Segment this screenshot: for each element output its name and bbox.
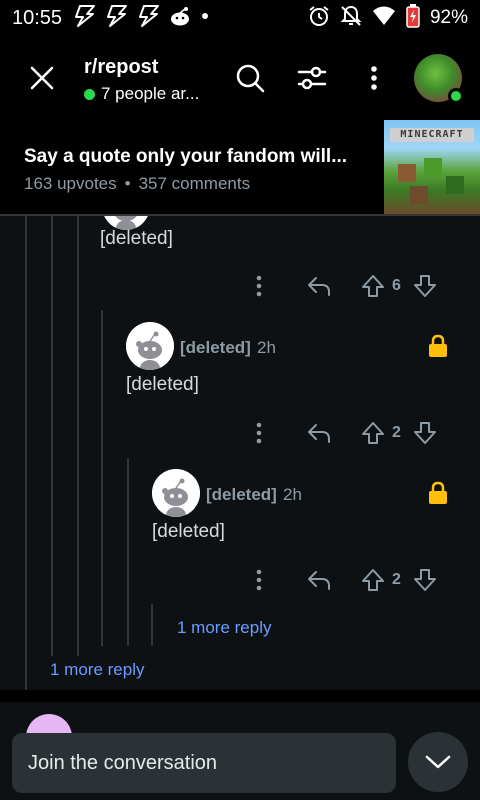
thread-line [151,604,153,646]
close-button[interactable] [22,58,62,98]
dot-icon [198,5,212,32]
upvote-arrow-icon [362,275,384,297]
thumbnail-block [424,158,442,176]
downvote-button[interactable] [412,419,438,447]
flash-icon [104,4,130,32]
comment-time: 2h [257,338,276,357]
reply-button[interactable] [304,566,334,594]
thread-line [77,216,79,656]
status-time: 10:55 [12,6,63,29]
post-meta: 163 upvotes • 357 comments [24,174,250,194]
lock-icon [427,481,449,505]
search-button[interactable] [230,58,270,98]
reply-icon [308,571,330,590]
more-vertical-icon [256,422,262,444]
comment-more-button[interactable] [248,566,270,594]
post-header: r/repost 7 people ar... [0,36,480,120]
thread-line [101,310,103,646]
thumbnail-block [410,186,428,204]
comment-avatar[interactable] [126,322,174,370]
comment-thread: [deleted] 6 [deleted] 2h [deleted] 2 [de… [0,216,480,690]
thread-line [51,216,53,656]
upvote-count: 163 upvotes [24,174,117,193]
battery-icon [406,3,420,33]
sort-filter-button[interactable] [292,58,332,98]
comment-more-button[interactable] [248,272,270,300]
more-vertical-icon [256,569,262,591]
comment-time: 2h [283,485,302,504]
lock-icon [427,334,449,358]
notification-icons [72,4,212,32]
downvote-arrow-icon [414,569,436,591]
section-divider [0,690,480,702]
bottom-composer-area: Join the conversation [0,702,480,800]
post-thumbnail[interactable]: MINECRAFT [384,120,480,214]
vote-count: 2 [392,571,401,588]
downvote-arrow-icon [414,275,436,297]
upvote-arrow-icon [362,422,384,444]
vote-count: 2 [392,424,401,441]
comment-count: 357 comments [138,174,251,193]
comment-author[interactable]: [deleted] [206,485,277,505]
downvote-button[interactable] [412,272,438,300]
online-status-dot [448,88,464,104]
comment-body: [deleted] [126,374,199,395]
thumbnail-block [398,164,416,182]
comment-author[interactable]: [deleted] [180,338,251,358]
flash-icon [136,4,162,32]
upvote-button[interactable] [360,419,386,447]
battery-percent: 92% [429,7,468,28]
join-placeholder: Join the conversation [28,751,218,774]
online-count: 7 people ar... [84,84,199,104]
user-avatar-button[interactable] [414,54,464,104]
more-replies-link[interactable]: 1 more reply [50,660,144,680]
wifi-icon [372,5,396,32]
comment-avatar[interactable] [152,469,200,517]
post-title[interactable]: Say a quote only your fandom will... [24,146,374,168]
more-vertical-icon [371,66,377,90]
more-options-button[interactable] [354,58,394,98]
system-icons: 92% [308,3,468,33]
upvote-button[interactable] [360,272,386,300]
reply-button[interactable] [304,272,334,300]
upvote-button[interactable] [360,566,386,594]
reply-icon [308,424,330,443]
downvote-button[interactable] [412,566,438,594]
snoo-avatar-icon [126,322,174,370]
comment-body: [deleted] [152,521,225,542]
snoo-avatar-icon [152,469,200,517]
upvote-arrow-icon [362,569,384,591]
online-count-text: 7 people ar... [101,84,200,103]
meta-separator: • [124,174,131,193]
join-conversation-input[interactable]: Join the conversation [12,733,396,793]
alarm-icon [308,5,330,32]
online-dot-icon [84,88,95,100]
reddit-icon [168,5,192,32]
post-summary[interactable]: Say a quote only your fandom will... 163… [0,120,480,216]
subreddit-name[interactable]: r/repost [84,56,158,79]
status-bar: 10:55 92% [0,0,480,36]
thread-line [127,458,129,646]
thumbnail-block [446,176,464,194]
thread-line [25,216,27,690]
more-replies-link[interactable]: 1 more reply [177,618,271,638]
mute-icon [340,5,362,32]
close-icon [30,66,54,90]
reply-button[interactable] [304,419,334,447]
comment-body: [deleted] [100,228,173,249]
chevron-down-icon [425,755,451,769]
more-vertical-icon [256,275,262,297]
comment-more-button[interactable] [248,419,270,447]
flash-icon [72,4,98,32]
reply-icon [308,277,330,296]
thumbnail-logo: MINECRAFT [390,128,474,142]
downvote-arrow-icon [414,422,436,444]
vote-count: 6 [392,277,401,294]
next-comment-button[interactable] [408,732,468,792]
filter-icon [297,66,327,90]
search-icon [236,64,265,93]
